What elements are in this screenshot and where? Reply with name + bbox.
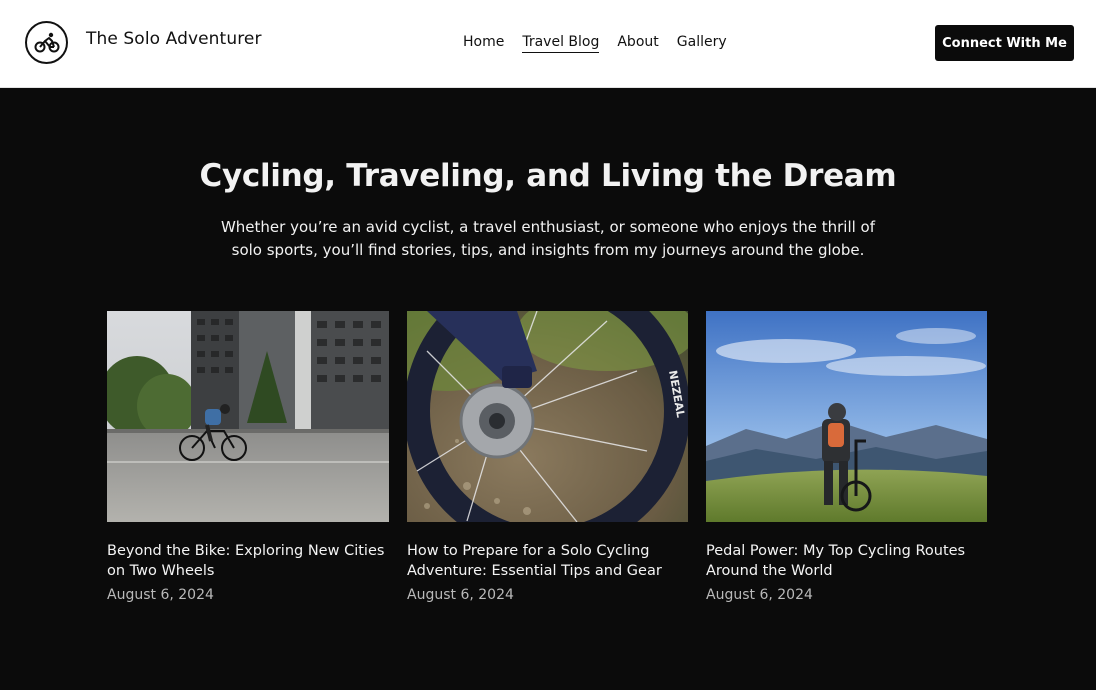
site-title[interactable]: The Solo Adventurer	[86, 29, 262, 49]
site-header: The Solo Adventurer Home Travel Blog Abo…	[0, 0, 1096, 88]
main-nav: Home Travel Blog About Gallery	[463, 33, 727, 53]
post-date: August 6, 2024	[107, 587, 214, 603]
blog-post-card[interactable]: Pedal Power: My Top Cycling Routes Aroun…	[706, 311, 988, 603]
page-subtitle: Whether you’re an avid cyclist, a travel…	[220, 218, 876, 259]
cyclist-logo-icon[interactable]	[25, 21, 68, 64]
post-image-mountain-view[interactable]	[706, 311, 988, 522]
nav-travel-blog[interactable]: Travel Blog	[522, 33, 600, 53]
post-title[interactable]: Pedal Power: My Top Cycling Routes Aroun…	[706, 541, 988, 581]
post-date: August 6, 2024	[706, 587, 813, 603]
post-title[interactable]: Beyond the Bike: Exploring New Cities on…	[107, 541, 389, 581]
post-title[interactable]: How to Prepare for a Solo Cycling Advent…	[407, 541, 689, 581]
blog-post-card[interactable]: Beyond the Bike: Exploring New Cities on…	[107, 311, 389, 603]
post-image-bike-brake[interactable]: NEZEAL	[407, 311, 689, 522]
nav-gallery[interactable]: Gallery	[677, 33, 727, 53]
nav-home[interactable]: Home	[463, 33, 504, 53]
post-image-city-cyclist[interactable]	[107, 311, 389, 522]
nav-about[interactable]: About	[617, 33, 658, 53]
blog-post-card[interactable]: NEZEAL How to Prepare for a Solo Cycling…	[407, 311, 689, 603]
connect-button[interactable]: Connect With Me	[935, 25, 1074, 61]
post-date: August 6, 2024	[407, 587, 514, 603]
page-title: Cycling, Traveling, and Living the Dream	[199, 158, 897, 194]
